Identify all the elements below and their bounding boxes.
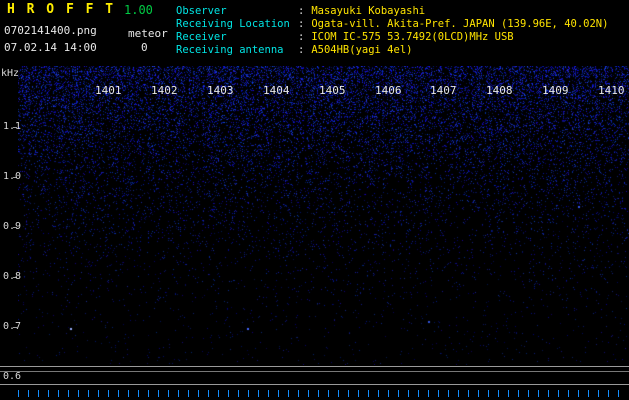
- time-label: 1408: [486, 84, 513, 97]
- time-ruler-ticks: [18, 390, 624, 397]
- info-separator: :: [298, 44, 304, 56]
- time-label: 1401: [95, 84, 122, 97]
- info-value: A504HB(yagi 4el): [311, 44, 412, 56]
- time-label: 1410: [598, 84, 625, 97]
- info-row-antenna: Receiving antenna: A504HB(yagi 4el): [176, 44, 608, 57]
- freq-label: 0.8: [3, 271, 21, 282]
- info-separator: :: [298, 31, 304, 43]
- freq-label: 0.7: [3, 321, 21, 332]
- time-label: 1402: [151, 84, 178, 97]
- freq-label: 1.0: [3, 171, 21, 182]
- freq-label: 0.6: [3, 371, 21, 382]
- observation-datetime: 07.02.14 14:00: [4, 41, 97, 54]
- info-label: Receiving antenna: [176, 44, 298, 57]
- time-label: 1403: [207, 84, 234, 97]
- info-row-observer: Observer: Masayuki Kobayashi: [176, 5, 608, 18]
- station-info: Observer: Masayuki Kobayashi Receiving Lo…: [176, 5, 608, 57]
- spectrogram-canvas: [18, 66, 629, 365]
- time-label: 1404: [263, 84, 290, 97]
- app-title: H R O F F T: [7, 2, 115, 17]
- info-value: Ogata-vill. Akita-Pref. JAPAN (139.96E, …: [311, 18, 608, 30]
- info-separator: :: [298, 5, 304, 17]
- info-value: Masayuki Kobayashi: [311, 5, 425, 17]
- info-label: Receiving Location: [176, 18, 298, 31]
- info-label: Observer: [176, 5, 298, 18]
- info-row-receiver: Receiver: ICOM IC-575 53.7492(0LCD)MHz US…: [176, 31, 608, 44]
- info-label: Receiver: [176, 31, 298, 44]
- freq-label: 1.1: [3, 121, 21, 132]
- meter-border-line: [0, 384, 629, 385]
- app-version: 1.00: [124, 3, 153, 17]
- echo-count: 0: [141, 41, 148, 54]
- info-row-location: Receiving Location: Ogata-vill. Akita-Pre…: [176, 18, 608, 31]
- info-separator: :: [298, 18, 304, 30]
- output-filename: 0702141400.png: [4, 24, 97, 37]
- meter-border-line: [0, 371, 629, 372]
- time-label: 1406: [375, 84, 402, 97]
- mode-label: meteor: [128, 27, 168, 40]
- meter-border-line: [0, 366, 629, 367]
- freq-axis-unit: kHz: [1, 68, 19, 79]
- time-label: 1409: [542, 84, 569, 97]
- time-label: 1407: [430, 84, 457, 97]
- freq-label: 0.9: [3, 221, 21, 232]
- info-value: ICOM IC-575 53.7492(0LCD)MHz USB: [311, 31, 513, 43]
- hrofft-window: H R O F F T 1.00 0702141400.png meteor 0…: [0, 0, 629, 400]
- time-label: 1405: [319, 84, 346, 97]
